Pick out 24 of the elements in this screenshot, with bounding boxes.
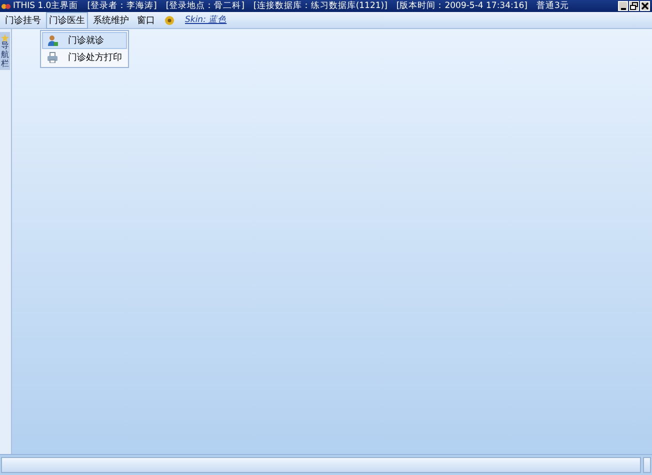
close-icon <box>641 2 649 10</box>
restore-button[interactable] <box>629 1 639 11</box>
menu-item[interactable]: 门诊医生 <box>46 12 88 28</box>
title-text: [版本时间：2009-5-4 17:34:16] <box>396 0 528 12</box>
sidebar-tab[interactable]: 导航栏 <box>0 32 10 70</box>
dropdown-item[interactable]: 门诊就诊 <box>42 32 127 49</box>
skin-link[interactable]: Skin: 蓝色 <box>185 14 227 26</box>
sidebar-label: 导航栏 <box>1 42 9 68</box>
app-logo-icon <box>1 2 11 10</box>
menu-item[interactable]: 系统维护 <box>90 12 132 28</box>
minimize-button[interactable] <box>618 1 628 11</box>
title-text: [登录地点：骨二科] <box>166 0 244 12</box>
person-icon <box>47 35 58 46</box>
title-text: [连接数据库：练习数据库(1121)] <box>254 0 388 12</box>
dropdown-item[interactable]: 门诊处方打印 <box>42 49 127 66</box>
title-text: 普通3元 <box>536 0 569 12</box>
restore-icon <box>630 2 638 10</box>
printer-icon <box>47 52 58 63</box>
star-icon <box>1 34 9 42</box>
menu-item[interactable]: 门诊挂号 <box>2 12 44 28</box>
title-text: [登录者：李海涛] <box>87 0 157 12</box>
menu-item[interactable]: 窗口 <box>134 12 158 28</box>
title-text: ITHIS 1.0主界面 <box>13 0 78 12</box>
close-button[interactable] <box>640 1 650 11</box>
